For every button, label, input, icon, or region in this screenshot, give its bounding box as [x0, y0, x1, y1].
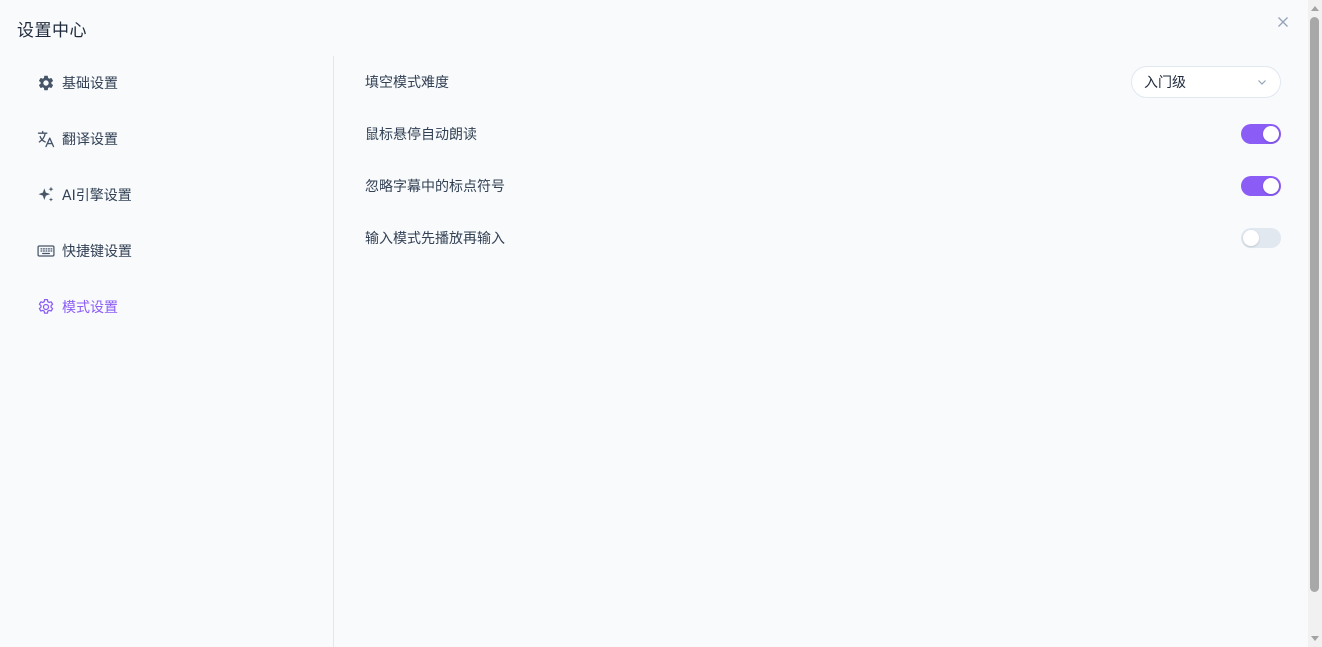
setting-row-hover-read: 鼠标悬停自动朗读 — [365, 118, 1281, 150]
window-title: 设置中心 — [17, 21, 87, 41]
sidebar-item-shortcuts[interactable]: 快捷键设置 — [36, 237, 132, 265]
scroll-up-arrow-icon[interactable] — [1311, 6, 1319, 11]
settings-window: 设置中心 基础设置 翻译设置 AI引擎设置 快捷键设置 模式设置 填空模式难度 … — [0, 0, 1322, 647]
setting-row-difficulty: 填空模式难度 入门级 — [365, 66, 1281, 98]
chevron-down-icon — [1258, 80, 1266, 85]
hover-read-toggle[interactable] — [1241, 124, 1281, 144]
sidebar-item-label: 翻译设置 — [62, 132, 118, 148]
sidebar-item-label: 模式设置 — [62, 300, 118, 316]
sparkles-icon — [36, 185, 56, 205]
setting-label: 填空模式难度 — [365, 75, 449, 91]
sidebar-item-translate[interactable]: 翻译设置 — [36, 125, 118, 153]
scroll-down-arrow-icon[interactable] — [1311, 636, 1319, 641]
translate-icon — [36, 129, 56, 149]
sidebar-item-label: 基础设置 — [62, 76, 118, 92]
sidebar: 基础设置 翻译设置 AI引擎设置 快捷键设置 模式设置 — [0, 56, 334, 647]
scrollbar-thumb[interactable] — [1310, 17, 1319, 592]
gear-icon — [36, 73, 56, 93]
close-button[interactable] — [1275, 14, 1291, 30]
settings-panel: 填空模式难度 入门级 鼠标悬停自动朗读 忽略字幕中的标点符号 输入模式先播放再输… — [335, 56, 1305, 647]
vertical-scrollbar[interactable] — [1308, 0, 1322, 647]
sidebar-item-label: AI引擎设置 — [62, 188, 132, 204]
close-icon — [1278, 17, 1288, 27]
ignore-punctuation-toggle[interactable] — [1241, 176, 1281, 196]
setting-label: 输入模式先播放再输入 — [365, 231, 505, 247]
select-value: 入门级 — [1144, 75, 1186, 91]
sidebar-item-mode[interactable]: 模式设置 — [36, 293, 118, 321]
sidebar-item-label: 快捷键设置 — [62, 244, 132, 260]
sidebar-item-ai-engine[interactable]: AI引擎设置 — [36, 181, 132, 209]
setting-label: 忽略字幕中的标点符号 — [365, 179, 505, 195]
cog-outline-icon — [36, 297, 56, 317]
setting-row-play-before-input: 输入模式先播放再输入 — [365, 222, 1281, 254]
difficulty-select[interactable]: 入门级 — [1131, 66, 1281, 98]
setting-row-ignore-punctuation: 忽略字幕中的标点符号 — [365, 170, 1281, 202]
play-before-input-toggle[interactable] — [1241, 228, 1281, 248]
sidebar-item-basic[interactable]: 基础设置 — [36, 69, 118, 97]
setting-label: 鼠标悬停自动朗读 — [365, 127, 477, 143]
keyboard-icon — [36, 241, 56, 261]
